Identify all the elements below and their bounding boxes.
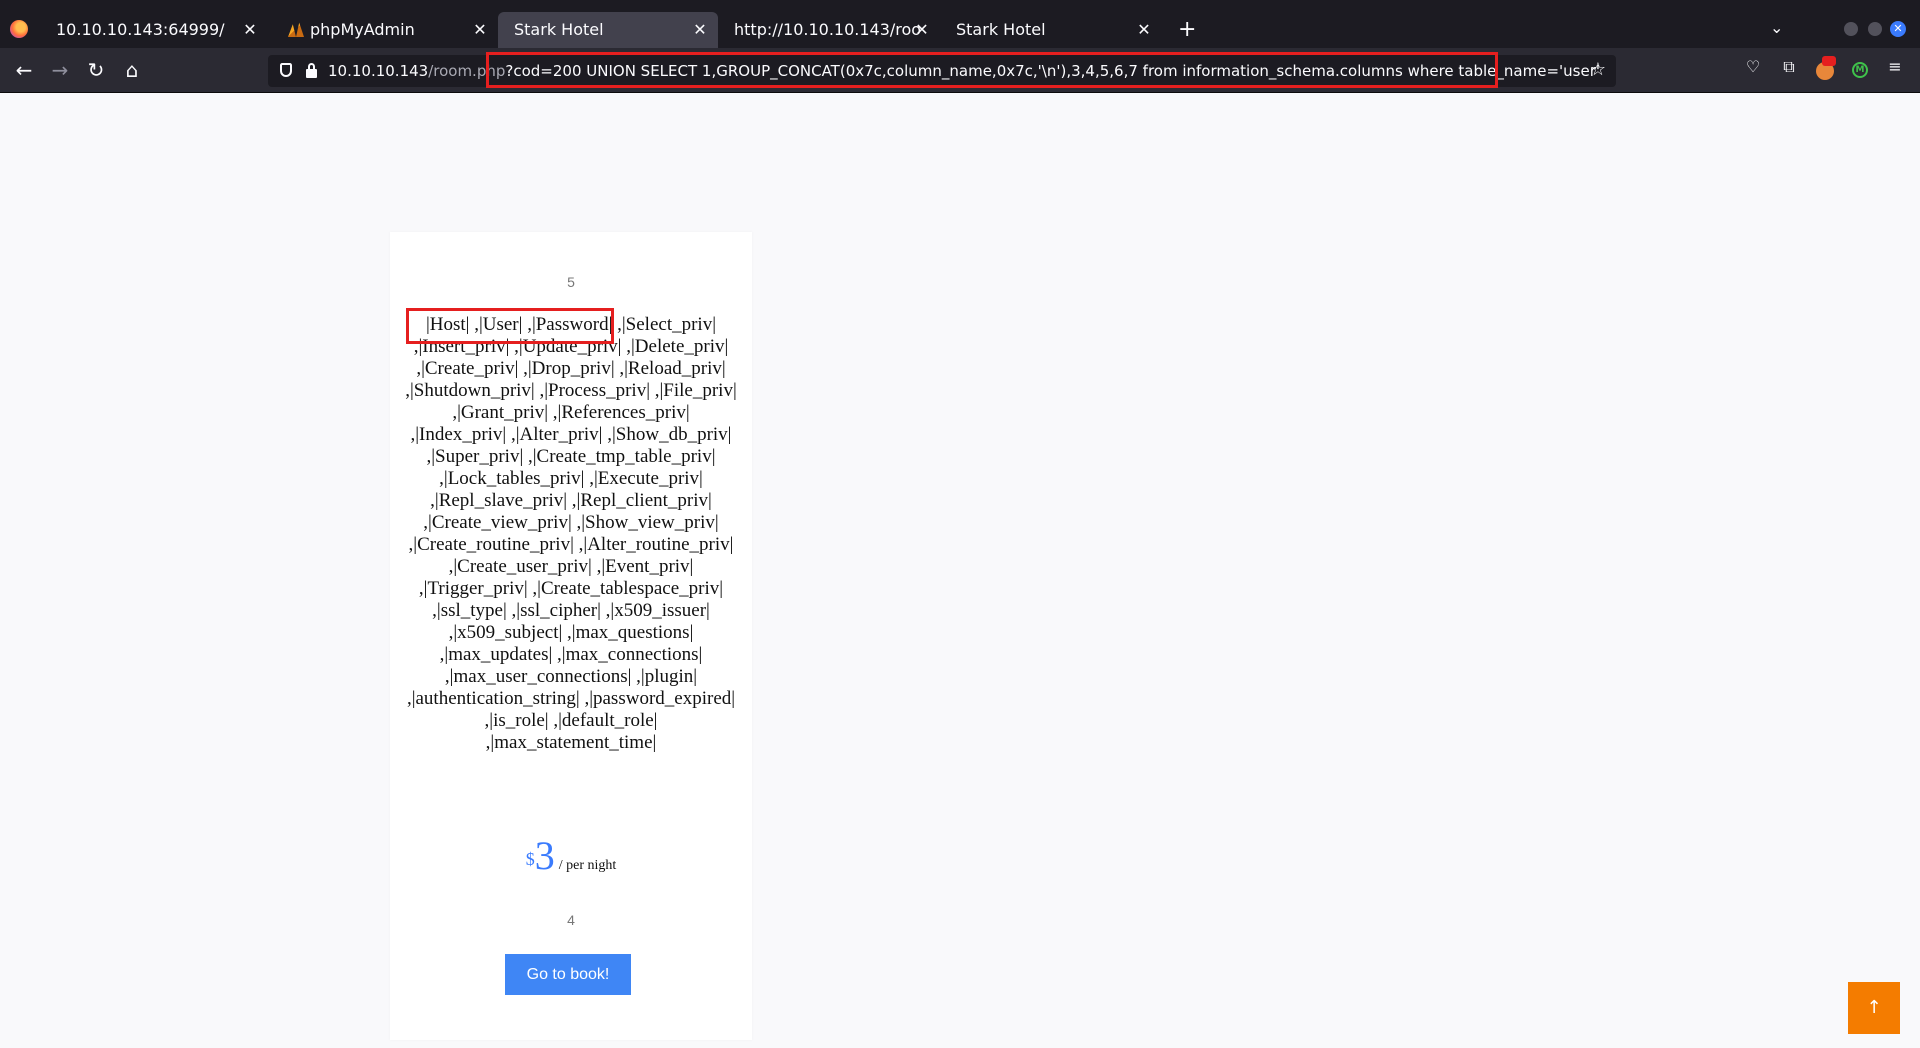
tab-2-label: phpMyAdmin xyxy=(310,20,415,39)
back-arrow-icon[interactable]: ← xyxy=(12,58,36,82)
room-number: 5 xyxy=(567,274,575,290)
url-path: /room.php xyxy=(428,62,506,80)
extension-badge xyxy=(1822,56,1836,66)
url-query: ?cod=200 UNION SELECT 1,GROUP_CONCAT(0x7… xyxy=(505,62,1600,80)
shield-icon[interactable] xyxy=(280,63,292,77)
tab-4[interactable]: http://10.10.10.143/room.php ✕ xyxy=(718,12,940,48)
room-card: 5 |Host| ,|User| ,|Password| ,|Select_pr… xyxy=(390,232,752,1040)
hamburger-icon[interactable]: ≡ xyxy=(1886,58,1904,76)
url-bar[interactable]: 10.10.10.143/room.php?cod=200 UNION SELE… xyxy=(268,55,1616,87)
tab-2-close-icon[interactable]: ✕ xyxy=(472,12,488,48)
tab-1[interactable]: 10.10.10.143:64999/ ✕ xyxy=(40,12,268,48)
room-sub-number: 4 xyxy=(567,912,575,928)
room-description: |Host| ,|User| ,|Password| ,|Select_priv… xyxy=(405,314,737,753)
tab-4-label: http://10.10.10.143/room.php xyxy=(734,20,920,39)
tab-1-close-icon[interactable]: ✕ xyxy=(242,12,258,48)
firefox-logo-icon[interactable] xyxy=(10,20,28,38)
book-button[interactable]: Go to book! xyxy=(505,954,631,995)
price-amount: 3 xyxy=(534,833,555,878)
new-tab-button[interactable]: + xyxy=(1178,16,1196,44)
nav-bar: ← → ↻ ⌂ 10.10.10.143/room.php?cod=200 UN… xyxy=(0,48,1920,93)
tab-bar: 10.10.10.143:64999/ ✕ phpMyAdmin ✕ Stark… xyxy=(0,0,1920,48)
room-price: $3 / per night xyxy=(390,832,752,879)
price-currency: $ xyxy=(525,849,535,869)
reload-icon[interactable]: ↻ xyxy=(84,58,108,82)
tab-2[interactable]: phpMyAdmin ✕ xyxy=(272,12,498,48)
pocket-icon[interactable]: ♡ xyxy=(1744,58,1762,76)
tab-1-label: 10.10.10.143:64999/ xyxy=(56,20,225,39)
tab-5-label: Stark Hotel xyxy=(956,20,1046,39)
tab-3-close-icon[interactable]: ✕ xyxy=(692,12,708,48)
price-unit: / per night xyxy=(558,858,617,873)
tab-3[interactable]: Stark Hotel ✕ xyxy=(498,12,718,48)
forward-arrow-icon[interactable]: → xyxy=(48,58,72,82)
star-icon[interactable]: ☆ xyxy=(1590,59,1606,80)
phpmyadmin-icon xyxy=(288,22,304,37)
home-icon[interactable]: ⌂ xyxy=(120,58,144,82)
lock-icon[interactable] xyxy=(306,63,317,78)
window-close-icon[interactable]: ✕ xyxy=(1890,21,1906,37)
scroll-to-top-button[interactable]: ↑ xyxy=(1848,982,1900,1034)
tab-4-close-icon[interactable]: ✕ xyxy=(914,12,930,48)
window-minimize-icon[interactable] xyxy=(1844,22,1858,36)
tab-3-label: Stark Hotel xyxy=(514,20,604,39)
url-host: 10.10.10.143 xyxy=(328,62,429,80)
extension-m-icon[interactable]: M xyxy=(1852,62,1868,78)
window-maximize-icon[interactable] xyxy=(1868,22,1882,36)
puzzle-icon[interactable]: ⧉ xyxy=(1780,58,1798,76)
chevron-down-icon[interactable]: ⌄ xyxy=(1770,18,1783,37)
tab-5-close-icon[interactable]: ✕ xyxy=(1136,12,1152,48)
tab-5[interactable]: Stark Hotel ✕ xyxy=(940,12,1162,48)
url-text[interactable]: 10.10.10.143/room.php?cod=200 UNION SELE… xyxy=(328,55,1600,87)
